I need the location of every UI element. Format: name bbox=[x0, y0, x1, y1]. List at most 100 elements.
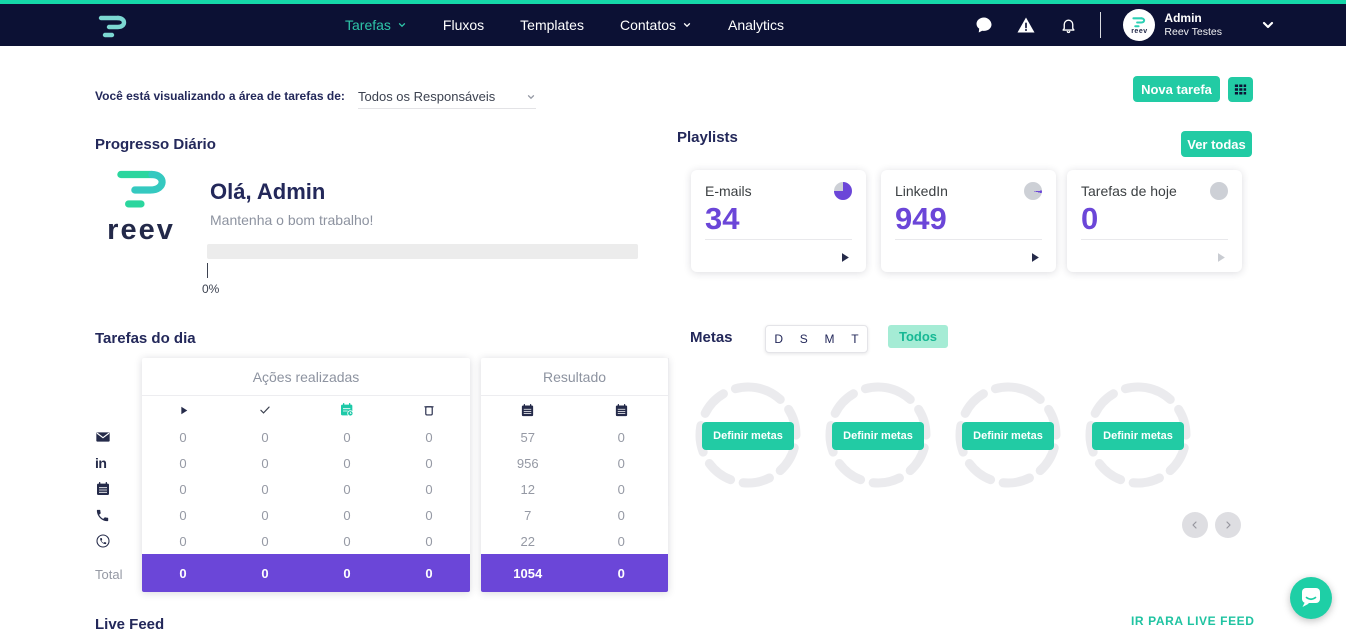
playlist-card-emails[interactable]: E-mails 34 bbox=[691, 170, 866, 272]
chevron-down-icon bbox=[683, 23, 691, 28]
responsible-selected-value: Todos os Responsáveis bbox=[358, 89, 496, 104]
linkedin-icon: in bbox=[95, 455, 107, 471]
nav-item-fluxos[interactable]: Fluxos bbox=[443, 17, 484, 33]
user-name: Admin bbox=[1164, 11, 1202, 26]
section-divider bbox=[668, 358, 669, 506]
chevron-left-icon bbox=[1192, 521, 1197, 529]
goals-next-button[interactable] bbox=[1215, 512, 1241, 538]
actions-total-row: 0000 bbox=[142, 554, 470, 592]
warning-icon[interactable] bbox=[1016, 15, 1036, 35]
reev-wordmark: reev bbox=[107, 214, 175, 246]
goal-slot: Definir metas bbox=[953, 380, 1063, 490]
playlist-label: Tarefas de hoje bbox=[1081, 183, 1177, 199]
results-total-row: 1054 0 bbox=[481, 554, 668, 592]
playlists-title: Playlists bbox=[677, 129, 738, 146]
goal-slot: Definir metas bbox=[693, 380, 803, 490]
check-icon bbox=[260, 406, 270, 414]
support-chat-button[interactable] bbox=[1290, 577, 1332, 619]
chevron-down-icon bbox=[527, 94, 535, 99]
user-menu[interactable]: reev Admin Reev Testes bbox=[1123, 9, 1222, 41]
define-goals-button[interactable]: Definir metas bbox=[962, 422, 1054, 450]
email-icon bbox=[95, 424, 125, 450]
calendar-clock-icon bbox=[341, 403, 354, 417]
period-option-s[interactable]: S bbox=[798, 332, 810, 346]
playlist-count: 0 bbox=[1081, 201, 1099, 236]
go-to-live-feed-link[interactable]: IR PARA LIVE FEED bbox=[1131, 614, 1255, 628]
table-row: 0000 bbox=[179, 481, 433, 497]
table-row: 0000 bbox=[179, 533, 433, 549]
tasks-of-day-title: Tarefas do dia bbox=[95, 330, 196, 347]
primary-nav: Tarefas Fluxos Templates Contatos Analyt… bbox=[345, 4, 784, 46]
reev-mark-icon bbox=[117, 170, 166, 208]
define-goals-button[interactable]: Definir metas bbox=[832, 422, 924, 450]
period-option-m[interactable]: M bbox=[823, 332, 837, 346]
responsible-select[interactable]: Todos os Responsáveis bbox=[358, 85, 536, 109]
user-info: Admin Reev Testes bbox=[1164, 11, 1222, 38]
playlist-label: E-mails bbox=[705, 183, 752, 199]
user-menu-chevron-icon[interactable] bbox=[1260, 17, 1276, 33]
goals-prev-button[interactable] bbox=[1182, 512, 1208, 538]
table-row: 956 0 bbox=[516, 455, 625, 471]
greeting-subtitle: Mantenha o bom trabalho! bbox=[210, 212, 374, 228]
nav-item-tarefas[interactable]: Tarefas bbox=[345, 17, 407, 33]
period-option-todos[interactable]: Todos bbox=[888, 325, 949, 348]
daily-progress-title: Progresso Diário bbox=[95, 136, 216, 153]
period-option-t[interactable]: T bbox=[849, 332, 860, 346]
playlist-card-linkedin[interactable]: LinkedIn 949 bbox=[881, 170, 1056, 272]
bell-icon[interactable] bbox=[1058, 15, 1078, 35]
table-row: 70 bbox=[524, 507, 625, 523]
avatar-wordmark: reev bbox=[1131, 27, 1148, 35]
play-icon[interactable] bbox=[837, 250, 852, 265]
playlist-count: 949 bbox=[895, 201, 947, 236]
progress-percent: 0% bbox=[202, 282, 220, 296]
table-row: 0000 bbox=[179, 455, 433, 471]
actions-table-card: Ações realizadas 0000 0000 0000 0000 000… bbox=[142, 358, 470, 592]
period-segmented-control: D S M T bbox=[765, 325, 868, 353]
actions-icon-header bbox=[142, 396, 470, 424]
chat-messages-icon[interactable] bbox=[974, 15, 994, 35]
navbar-actions: reev Admin Reev Testes bbox=[974, 4, 1276, 46]
chevron-right-icon bbox=[1226, 521, 1231, 529]
nav-item-contatos[interactable]: Contatos bbox=[620, 17, 692, 33]
chevron-down-icon bbox=[398, 23, 406, 28]
table-row: 0000 bbox=[179, 507, 433, 523]
goal-slot: Definir metas bbox=[823, 380, 933, 490]
reev-brand-logo: reev bbox=[103, 168, 179, 246]
play-icon[interactable] bbox=[1027, 250, 1042, 265]
total-row-label: Total bbox=[95, 567, 123, 582]
calendar-icon bbox=[522, 403, 534, 416]
results-icon-header bbox=[481, 396, 668, 424]
period-option-d[interactable]: D bbox=[772, 332, 785, 346]
define-goals-button[interactable]: Definir metas bbox=[702, 422, 794, 450]
reev-logo-icon[interactable] bbox=[96, 13, 130, 43]
table-row: 22 0 bbox=[520, 533, 625, 549]
results-header: Resultado bbox=[481, 358, 668, 396]
avatar: reev bbox=[1123, 9, 1156, 41]
nav-label: Analytics bbox=[728, 17, 785, 33]
goal-slot: Definir metas bbox=[1083, 380, 1193, 490]
table-row: 0000 bbox=[179, 429, 433, 445]
top-navbar: Tarefas Fluxos Templates Contatos Analyt… bbox=[0, 0, 1346, 46]
user-org: Reev Testes bbox=[1164, 25, 1222, 38]
nav-label: Fluxos bbox=[442, 17, 485, 33]
calendar-icon bbox=[95, 476, 125, 502]
card-divider bbox=[1081, 239, 1228, 240]
viewing-area-label: Você está visualizando a área de tarefas… bbox=[95, 89, 345, 103]
define-goals-button[interactable]: Definir metas bbox=[1092, 422, 1184, 450]
grid-view-button[interactable] bbox=[1228, 77, 1253, 102]
card-divider bbox=[895, 239, 1042, 240]
nav-item-analytics[interactable]: Analytics bbox=[728, 17, 784, 33]
card-divider bbox=[705, 239, 852, 240]
whatsapp-icon bbox=[95, 528, 125, 554]
playlist-card-today[interactable]: Tarefas de hoje 0 bbox=[1067, 170, 1242, 272]
results-table-card: Resultado 57 0 956 0 12 0 70 22 0 1054 0 bbox=[481, 358, 668, 592]
see-all-playlists-button[interactable]: Ver todas bbox=[1181, 131, 1252, 157]
daily-progress-bar bbox=[207, 244, 638, 259]
greeting-text: Olá, Admin bbox=[210, 179, 326, 204]
pie-progress-icon bbox=[1024, 182, 1042, 200]
live-feed-title: Live Feed bbox=[95, 616, 165, 633]
nav-item-templates[interactable]: Templates bbox=[520, 17, 584, 33]
new-task-button[interactable]: Nova tarefa bbox=[1133, 76, 1220, 102]
play-icon-disabled bbox=[1218, 253, 1225, 262]
table-row: 57 0 bbox=[520, 429, 625, 445]
